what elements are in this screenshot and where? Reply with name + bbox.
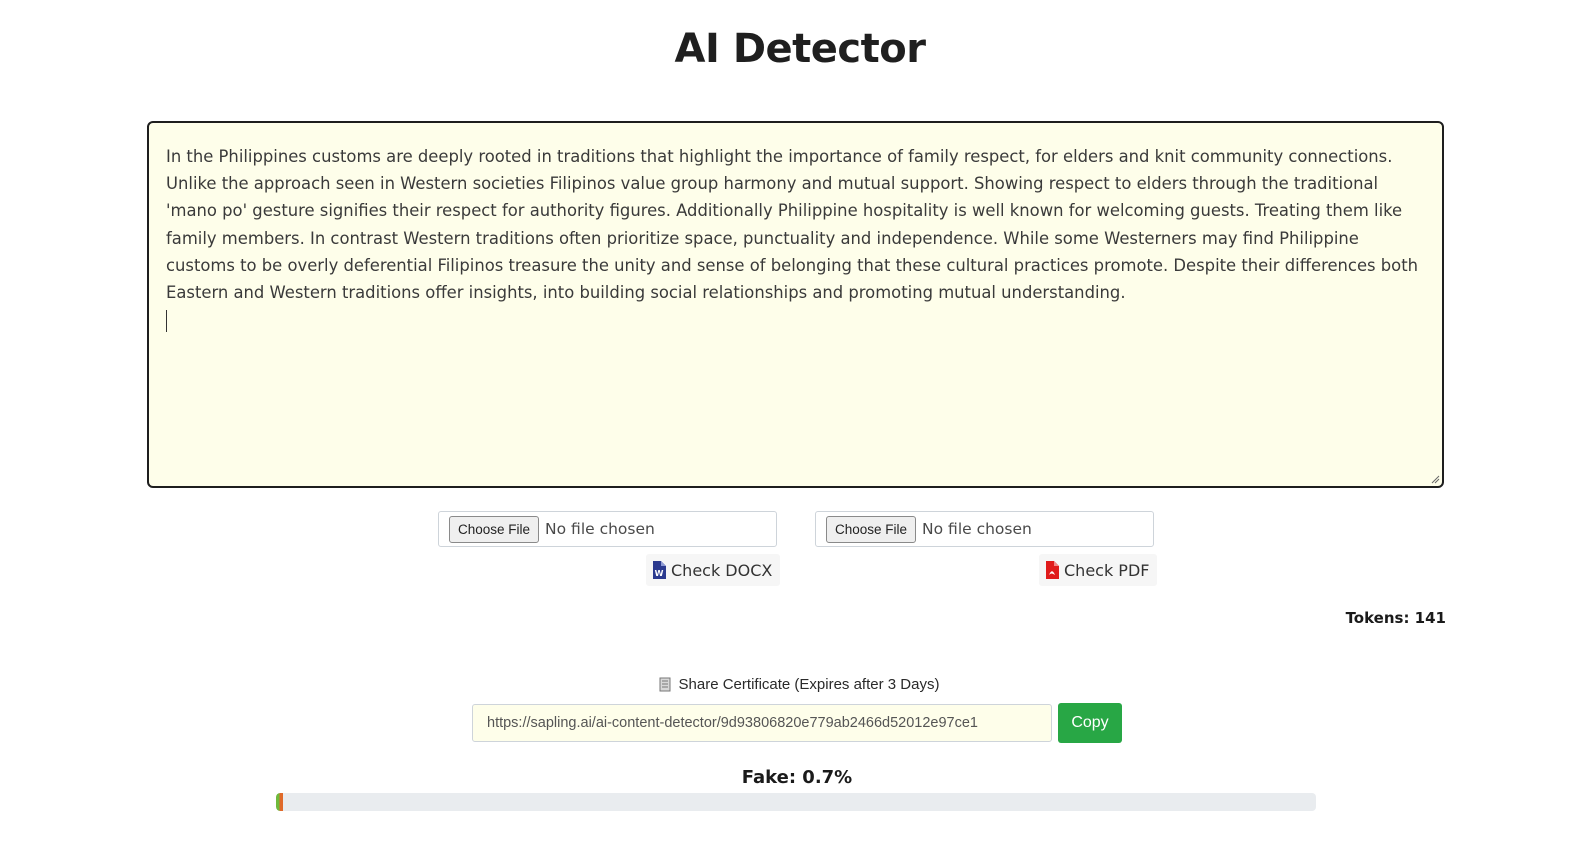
- docx-file-input[interactable]: Choose File No file chosen: [438, 511, 777, 547]
- share-certificate-text: Share Certificate (Expires after 3 Days): [678, 676, 940, 693]
- resize-handle-icon[interactable]: [1430, 474, 1440, 484]
- certificate-icon: [659, 677, 671, 692]
- pdf-choose-file-button[interactable]: Choose File: [826, 515, 917, 543]
- share-url-input[interactable]: [472, 704, 1052, 742]
- fake-score-progress-fill: [276, 793, 284, 811]
- copy-button[interactable]: Copy: [1058, 703, 1122, 743]
- page-title: AI Detector: [674, 26, 926, 72]
- check-docx-label: Check DOCX: [671, 560, 773, 580]
- pdf-file-input[interactable]: Choose File No file chosen: [815, 511, 1154, 547]
- token-count: Tokens: 141: [1345, 609, 1446, 627]
- check-pdf-button[interactable]: Check PDF: [1039, 554, 1158, 586]
- docx-file-status: No file chosen: [545, 520, 655, 538]
- word-file-icon: W: [653, 561, 666, 579]
- share-certificate-label: Share Certificate (Expires after 3 Days): [0, 676, 1575, 693]
- text-input-area[interactable]: In the Philippines customs are deeply ro…: [147, 121, 1444, 488]
- check-docx-button[interactable]: W Check DOCX: [646, 554, 781, 586]
- fake-score-label: Fake: 0.7%: [741, 767, 853, 788]
- editor-text: In the Philippines customs are deeply ro…: [166, 147, 1419, 303]
- check-pdf-label: Check PDF: [1064, 560, 1150, 580]
- pdf-file-status: No file chosen: [922, 520, 1032, 538]
- docx-choose-file-button[interactable]: Choose File: [449, 515, 540, 543]
- pdf-file-icon: [1046, 561, 1059, 579]
- fake-score-progress-bar: [276, 793, 1316, 811]
- text-caret: [166, 310, 167, 333]
- svg-text:W: W: [655, 569, 664, 578]
